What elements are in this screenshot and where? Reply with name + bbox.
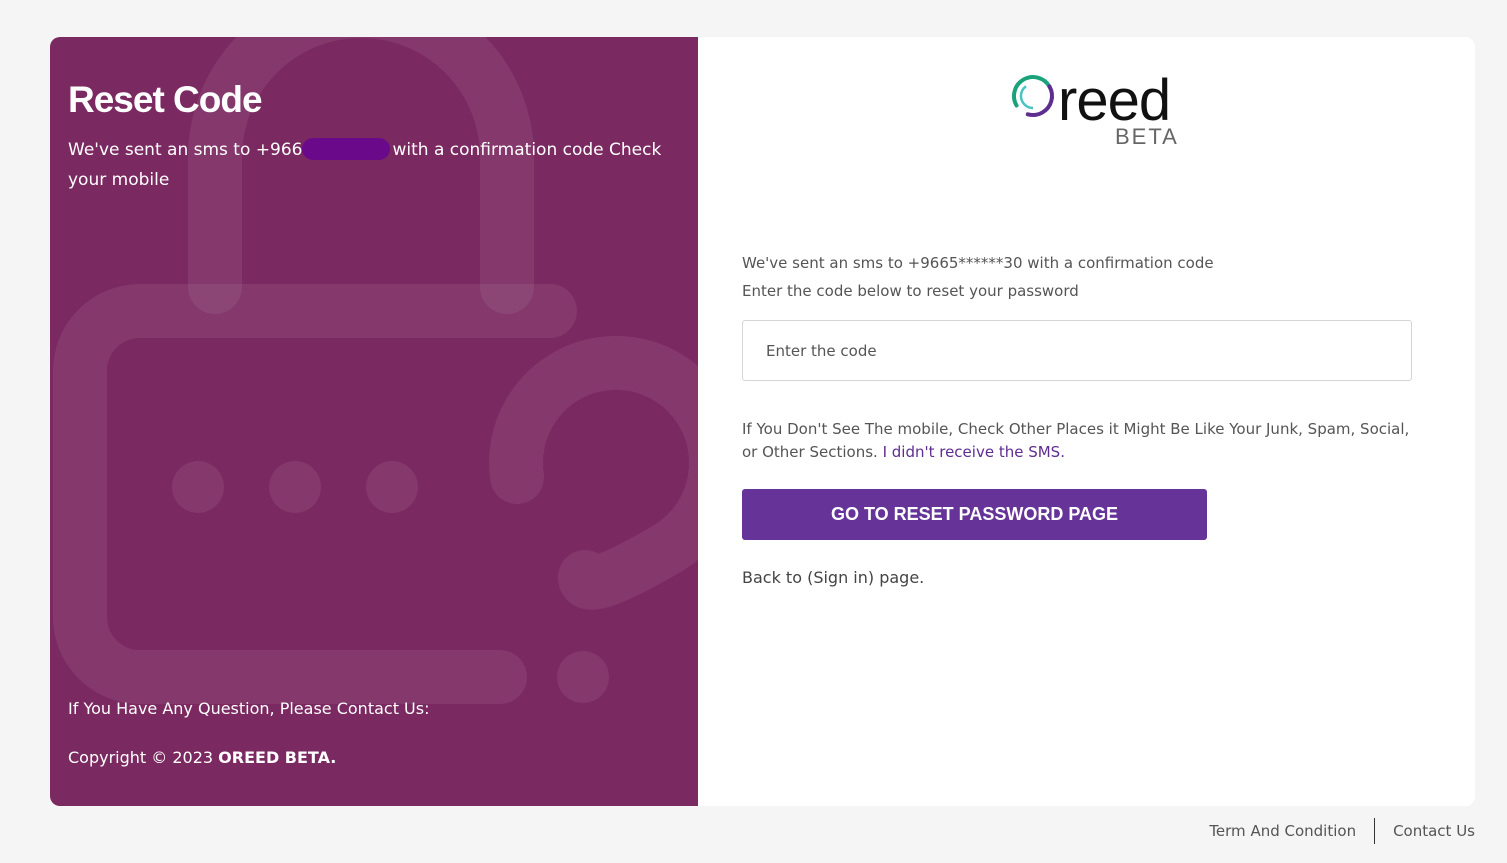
copyright-prefix: Copyright © 2023 [68, 748, 219, 767]
terms-link[interactable]: Term And Condition [1209, 822, 1356, 840]
redacted-phone-mark [302, 138, 391, 160]
contact-us-link[interactable]: Contact Us [1393, 822, 1475, 840]
logo-ring-icon [1012, 75, 1054, 117]
sms-sent-message: We've sent an sms to +966 with a confirma… [68, 135, 678, 195]
copyright: Copyright © 2023 OREED BETA. [68, 748, 336, 767]
oreed-logo: reed BETA [1008, 65, 1188, 150]
back-to-sign-in-link[interactable]: Back to (Sign in) page. [742, 568, 924, 587]
left-panel: Reset Code We've sent an sms to +966 with… [50, 37, 698, 806]
logo-beta-label: BETA [1115, 124, 1179, 149]
reset-code-card: Reset Code We've sent an sms to +966 with… [50, 37, 1475, 806]
contact-prompt: If You Have Any Question, Please Contact… [68, 699, 430, 718]
right-panel: reed BETA We've sent an sms to +9665****… [698, 37, 1475, 806]
footer-links: Term And Condition Contact Us [1209, 818, 1475, 844]
spam-hint: If You Don't See The mobile, Check Other… [742, 418, 1422, 464]
logo-wordmark: reed [1058, 68, 1171, 133]
resend-sms-link[interactable]: I didn't receive the SMS. [883, 443, 1065, 461]
sms-info-line: We've sent an sms to +9665******30 with … [742, 254, 1214, 272]
footer-divider [1374, 818, 1376, 844]
code-input[interactable] [742, 320, 1412, 381]
instruction-line: Enter the code below to reset your passw… [742, 282, 1079, 300]
sms-message-prefix: We've sent an sms to +966 [68, 140, 303, 160]
spam-hint-text: If You Don't See The mobile, Check Other… [742, 420, 1410, 461]
go-to-reset-password-button[interactable]: GO TO RESET PASSWORD PAGE [742, 489, 1207, 540]
copyright-brand: OREED BETA. [218, 748, 337, 767]
page-title: Reset Code [68, 79, 263, 120]
